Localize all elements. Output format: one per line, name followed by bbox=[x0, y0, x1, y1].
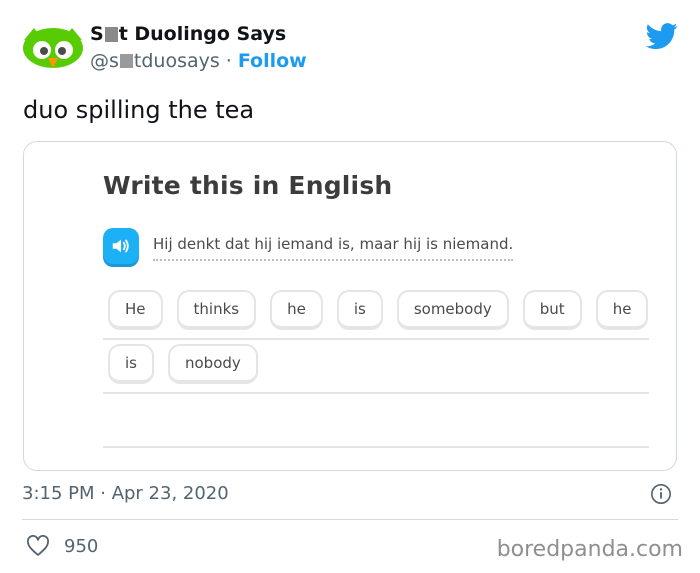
word-chip[interactable]: is bbox=[336, 290, 383, 330]
prompt-sentence[interactable]: Hij denkt dat hij iemand is, maar hij is… bbox=[153, 235, 514, 261]
divider bbox=[22, 519, 678, 520]
answer-row-2: is nobody bbox=[108, 344, 258, 384]
censor-block bbox=[104, 26, 118, 42]
word-chip[interactable]: nobody bbox=[167, 344, 258, 384]
heart-icon bbox=[27, 535, 49, 556]
watermark: boredpanda.com bbox=[496, 537, 683, 562]
speaker-button[interactable] bbox=[103, 228, 139, 264]
screenshot-card[interactable]: Write this in English Hij denkt dat hij … bbox=[23, 141, 677, 471]
author-handle-row: @s tduosays · Follow bbox=[90, 48, 307, 74]
word-chip[interactable]: thinks bbox=[176, 290, 257, 330]
word-chip[interactable]: he bbox=[270, 290, 323, 330]
word-chip[interactable]: somebody bbox=[396, 290, 509, 330]
tweet-text: duo spilling the tea bbox=[23, 96, 255, 124]
word-chip[interactable]: is bbox=[108, 344, 154, 384]
follow-button[interactable]: Follow bbox=[238, 48, 307, 74]
word-chip[interactable]: He bbox=[108, 290, 163, 330]
author-handle-end[interactable]: tduosays bbox=[134, 48, 220, 74]
answer-line bbox=[103, 446, 649, 448]
answer-line bbox=[103, 338, 649, 340]
author-name[interactable]: S t Duolingo Says bbox=[90, 22, 307, 46]
exercise-title: Write this in English bbox=[103, 171, 393, 200]
like-count: 950 bbox=[64, 535, 99, 557]
like-button[interactable]: 950 bbox=[26, 535, 98, 557]
tweet-timestamp[interactable]: 3:15 PM · Apr 23, 2020 bbox=[22, 483, 229, 504]
word-chip[interactable]: he bbox=[595, 290, 649, 330]
separator-dot: · bbox=[225, 50, 232, 72]
avatar[interactable] bbox=[22, 26, 84, 88]
tweet-header: S t Duolingo Says @s tduosays · Follow bbox=[22, 14, 678, 84]
author-info: S t Duolingo Says @s tduosays · Follow bbox=[90, 22, 307, 74]
answer-line bbox=[103, 392, 649, 394]
info-icon[interactable] bbox=[650, 483, 672, 505]
censor-block bbox=[119, 54, 133, 68]
word-chip[interactable]: but bbox=[522, 290, 582, 330]
twitter-bird-icon[interactable] bbox=[646, 20, 678, 52]
speaker-icon bbox=[112, 239, 129, 253]
author-handle[interactable]: @s bbox=[90, 48, 119, 74]
answer-row-1: He thinks he is somebody but he bbox=[108, 290, 649, 330]
